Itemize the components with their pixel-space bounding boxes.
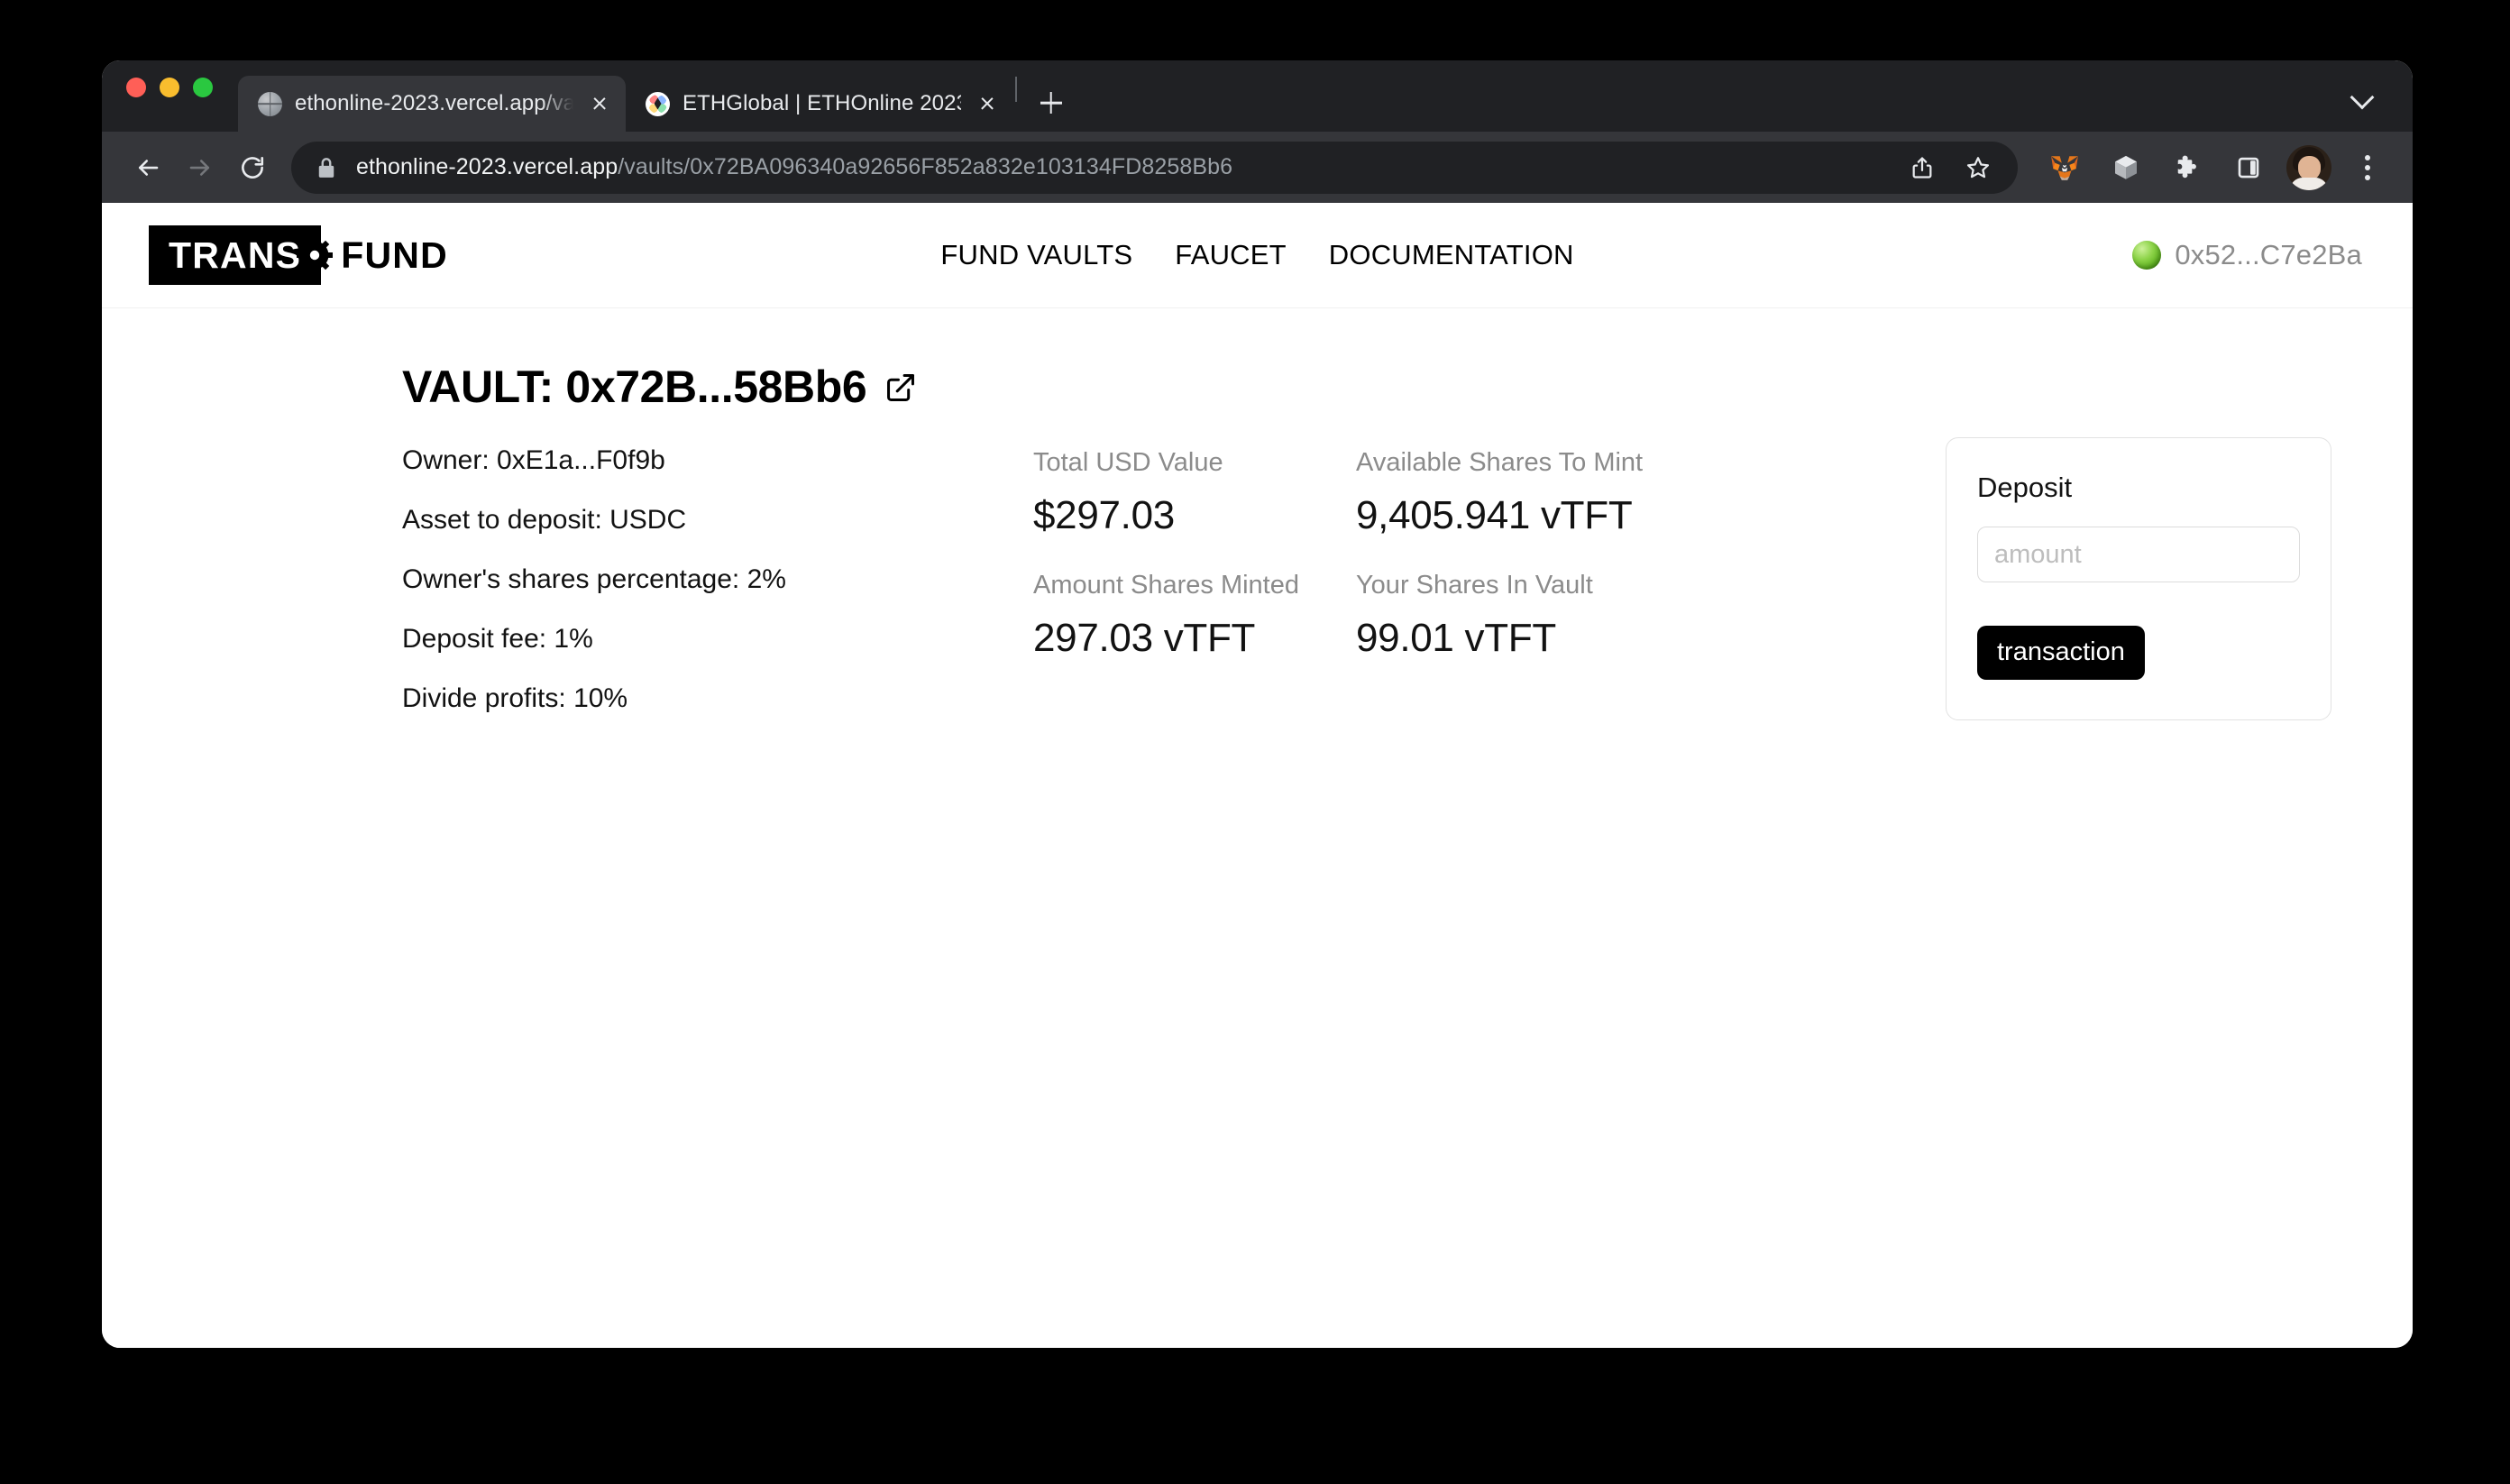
minimize-window-button[interactable] [160, 77, 179, 97]
vault-detail-list: Owner: 0xE1a...F0f9b Asset to deposit: U… [402, 437, 1033, 715]
gear-icon [297, 237, 334, 273]
vault-content-grid: Owner: 0xE1a...F0f9b Asset to deposit: U… [102, 437, 2413, 721]
vault-main: VAULT: 0x72B...58Bb6 Owner: 0xE1a...F0f9… [102, 308, 2413, 721]
page-content: TRANS FUND FUND VAULTS FAUCET DOCUMENTAT… [102, 203, 2413, 1348]
page-title: VAULT: 0x72B...58Bb6 [402, 362, 867, 412]
window-traffic-lights [126, 60, 213, 132]
side-panel-icon[interactable] [2225, 144, 2272, 191]
url-domain: ethonline-2023.vercel.app [356, 154, 618, 179]
lock-icon [315, 156, 338, 179]
green-status-dot-icon [2132, 241, 2162, 270]
stat-value: $297.03 [1033, 493, 1175, 538]
deposit-card-title: Deposit [1977, 472, 2073, 503]
detail-owner: Owner: 0xE1a...F0f9b [402, 445, 665, 475]
browser-tab-inactive[interactable]: ETHGlobal | ETHOnline 2023 [626, 76, 1013, 132]
profile-avatar-icon[interactable] [2286, 144, 2331, 190]
stat-row: Amount Shares Minted 297.03 vTFT Your Sh… [1033, 571, 1664, 661]
stat-label: Your Shares In Vault [1356, 570, 1593, 600]
maximize-window-button[interactable] [193, 77, 213, 97]
plus-icon[interactable] [1030, 81, 1073, 124]
nav-link-faucet[interactable]: FAUCET [1175, 239, 1287, 271]
site-logo[interactable]: TRANS FUND [149, 225, 448, 285]
nav-link-fund-vaults[interactable]: FUND VAULTS [940, 239, 1132, 271]
ethglobal-icon [646, 91, 670, 116]
bookmark-star-icon[interactable] [1955, 144, 2002, 191]
tab-title: ETHGlobal | ETHOnline 2023 [682, 91, 961, 115]
forward-arrow-icon[interactable] [174, 142, 226, 194]
close-window-button[interactable] [126, 77, 146, 97]
amount-input[interactable] [1977, 527, 2300, 583]
stat-total-usd-value: Total USD Value $297.03 [1033, 448, 1356, 538]
site-nav: FUND VAULTS FAUCET DOCUMENTATION [940, 239, 1573, 271]
vault-title-row: VAULT: 0x72B...58Bb6 [102, 362, 2413, 412]
metamask-fox-icon[interactable] [2041, 144, 2088, 191]
puzzle-extensions-icon[interactable] [2164, 144, 2211, 191]
stat-value: 297.03 vTFT [1033, 616, 1256, 661]
stat-label: Total USD Value [1033, 448, 1223, 477]
tab-list: ethonline-2023.vercel.app/vau ETHGlobal … [238, 60, 1073, 132]
vault-stats: Total USD Value $297.03 Available Shares… [1033, 437, 1664, 660]
nav-link-documentation[interactable]: DOCUMENTATION [1329, 239, 1574, 271]
address-bar[interactable]: ethonline-2023.vercel.app/vaults/0x72BA0… [291, 141, 2018, 194]
logo-mark: TRANS [149, 225, 334, 285]
browser-tab-active[interactable]: ethonline-2023.vercel.app/vau [238, 76, 626, 132]
url-text: ethonline-2023.vercel.app/vaults/0x72BA0… [356, 154, 1899, 180]
stat-label: Amount Shares Minted [1033, 570, 1299, 600]
stat-label: Available Shares To Mint [1356, 448, 1644, 477]
back-arrow-icon[interactable] [122, 142, 174, 194]
deposit-card: Deposit transaction [1946, 437, 2331, 721]
site-header: TRANS FUND FUND VAULTS FAUCET DOCUMENTAT… [102, 203, 2413, 308]
browser-toolbar: ethonline-2023.vercel.app/vaults/0x72BA0… [102, 132, 2413, 203]
stat-value: 9,405.941 vTFT [1356, 493, 1633, 538]
stat-your-shares-in-vault: Your Shares In Vault 99.01 vTFT [1356, 571, 1679, 661]
stat-row: Total USD Value $297.03 Available Shares… [1033, 448, 1664, 538]
logo-text-fund: FUND [341, 234, 448, 276]
browser-window: ethonline-2023.vercel.app/vau ETHGlobal … [102, 60, 2413, 1348]
stat-amount-shares-minted: Amount Shares Minted 297.03 vTFT [1033, 571, 1356, 661]
browser-tab-strip: ethonline-2023.vercel.app/vau ETHGlobal … [102, 60, 2413, 132]
close-icon[interactable] [586, 90, 613, 117]
extension-icons [2041, 144, 2389, 191]
tab-separator [1015, 76, 1017, 102]
detail-divide-profits: Divide profits: 10% [402, 683, 628, 713]
stat-value: 99.01 vTFT [1356, 616, 1556, 661]
stat-available-shares-to-mint: Available Shares To Mint 9,405.941 vTFT [1356, 448, 1679, 538]
tab-title: ethonline-2023.vercel.app/vau [295, 91, 573, 115]
share-icon[interactable] [1899, 144, 1946, 191]
three-dot-menu-icon[interactable] [2346, 144, 2389, 191]
url-path: /vaults/0x72BA096340a92656F852a832e10313… [618, 154, 1233, 179]
cube-extension-icon[interactable] [2102, 144, 2149, 191]
detail-asset-to-deposit: Asset to deposit: USDC [402, 505, 687, 535]
globe-icon [258, 91, 282, 116]
wallet-address: 0x52...C7e2Ba [2175, 239, 2362, 270]
logo-text-trans: TRANS [169, 234, 302, 276]
reload-icon[interactable] [226, 142, 279, 194]
omnibox-actions [1899, 144, 2009, 191]
transaction-button[interactable]: transaction [1977, 626, 2145, 681]
external-link-icon[interactable] [884, 371, 918, 405]
detail-deposit-fee: Deposit fee: 1% [402, 624, 593, 654]
chevron-down-icon[interactable] [2344, 81, 2380, 117]
detail-owner-shares-pct: Owner's shares percentage: 2% [402, 564, 786, 594]
close-icon[interactable] [974, 90, 1001, 117]
wallet-connect-button[interactable]: 0x52...C7e2Ba [2132, 239, 2362, 271]
